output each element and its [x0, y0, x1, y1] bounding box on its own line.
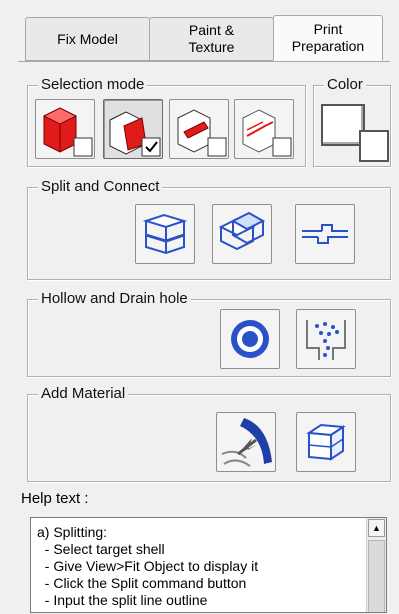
select-shell-button[interactable]	[35, 99, 95, 159]
hollow-button[interactable]	[220, 309, 280, 369]
color-label: Color	[324, 75, 366, 95]
scroll-up-arrow-icon[interactable]: ▲	[368, 519, 385, 537]
color-swatch-button[interactable]	[319, 102, 389, 162]
hollow-drain-label: Hollow and Drain hole	[38, 289, 191, 309]
scrollbar-thumb[interactable]	[368, 540, 385, 612]
select-triangle-icon	[109, 111, 161, 157]
help-scrollbar[interactable]: ▲	[366, 518, 386, 612]
select-edge-button[interactable]	[169, 99, 229, 159]
add-thickness-icon	[221, 418, 272, 467]
connect-icon	[302, 224, 348, 244]
add-box-button[interactable]	[296, 412, 356, 472]
select-triangle-button[interactable]	[103, 99, 163, 159]
drain-hole-icon	[306, 320, 346, 360]
hollow-icon	[231, 320, 269, 358]
selection-mode-label: Selection mode	[38, 75, 148, 95]
split-intersect-icon	[218, 211, 266, 251]
tab-bar: Fix Model Paint & Texture Print Preparat…	[25, 15, 383, 62]
select-border-icon	[242, 109, 292, 157]
split-plane-button[interactable]	[135, 204, 195, 264]
select-edge-icon	[177, 109, 227, 157]
select-border-button[interactable]	[234, 99, 294, 159]
split-plane-icon	[142, 213, 188, 255]
add-material-label: Add Material	[38, 384, 129, 404]
help-line: - Input the split line outline	[37, 592, 208, 608]
help-line: a) Splitting:	[37, 524, 108, 540]
split-connect-label: Split and Connect	[38, 177, 163, 197]
add-box-icon	[306, 423, 346, 461]
help-text-label: Help text :	[21, 490, 89, 507]
split-intersect-button[interactable]	[212, 204, 272, 264]
connect-button[interactable]	[295, 204, 355, 264]
tab-print-preparation[interactable]: Print Preparation	[273, 15, 383, 61]
help-line: - Give View>Fit Object to display it	[37, 558, 259, 574]
help-line: - Select target shell	[37, 541, 165, 557]
select-shell-icon	[42, 107, 93, 157]
help-text-box[interactable]: a) Splitting: - Select target shell - Gi…	[30, 517, 387, 613]
drain-hole-button[interactable]	[296, 309, 356, 369]
add-thickness-button[interactable]	[216, 412, 276, 472]
help-line: - Click the Split command button	[37, 575, 247, 591]
tab-fix-model[interactable]: Fix Model	[25, 17, 150, 61]
tab-paint-texture[interactable]: Paint & Texture	[149, 17, 274, 61]
color-swatch-secondary	[359, 130, 389, 162]
